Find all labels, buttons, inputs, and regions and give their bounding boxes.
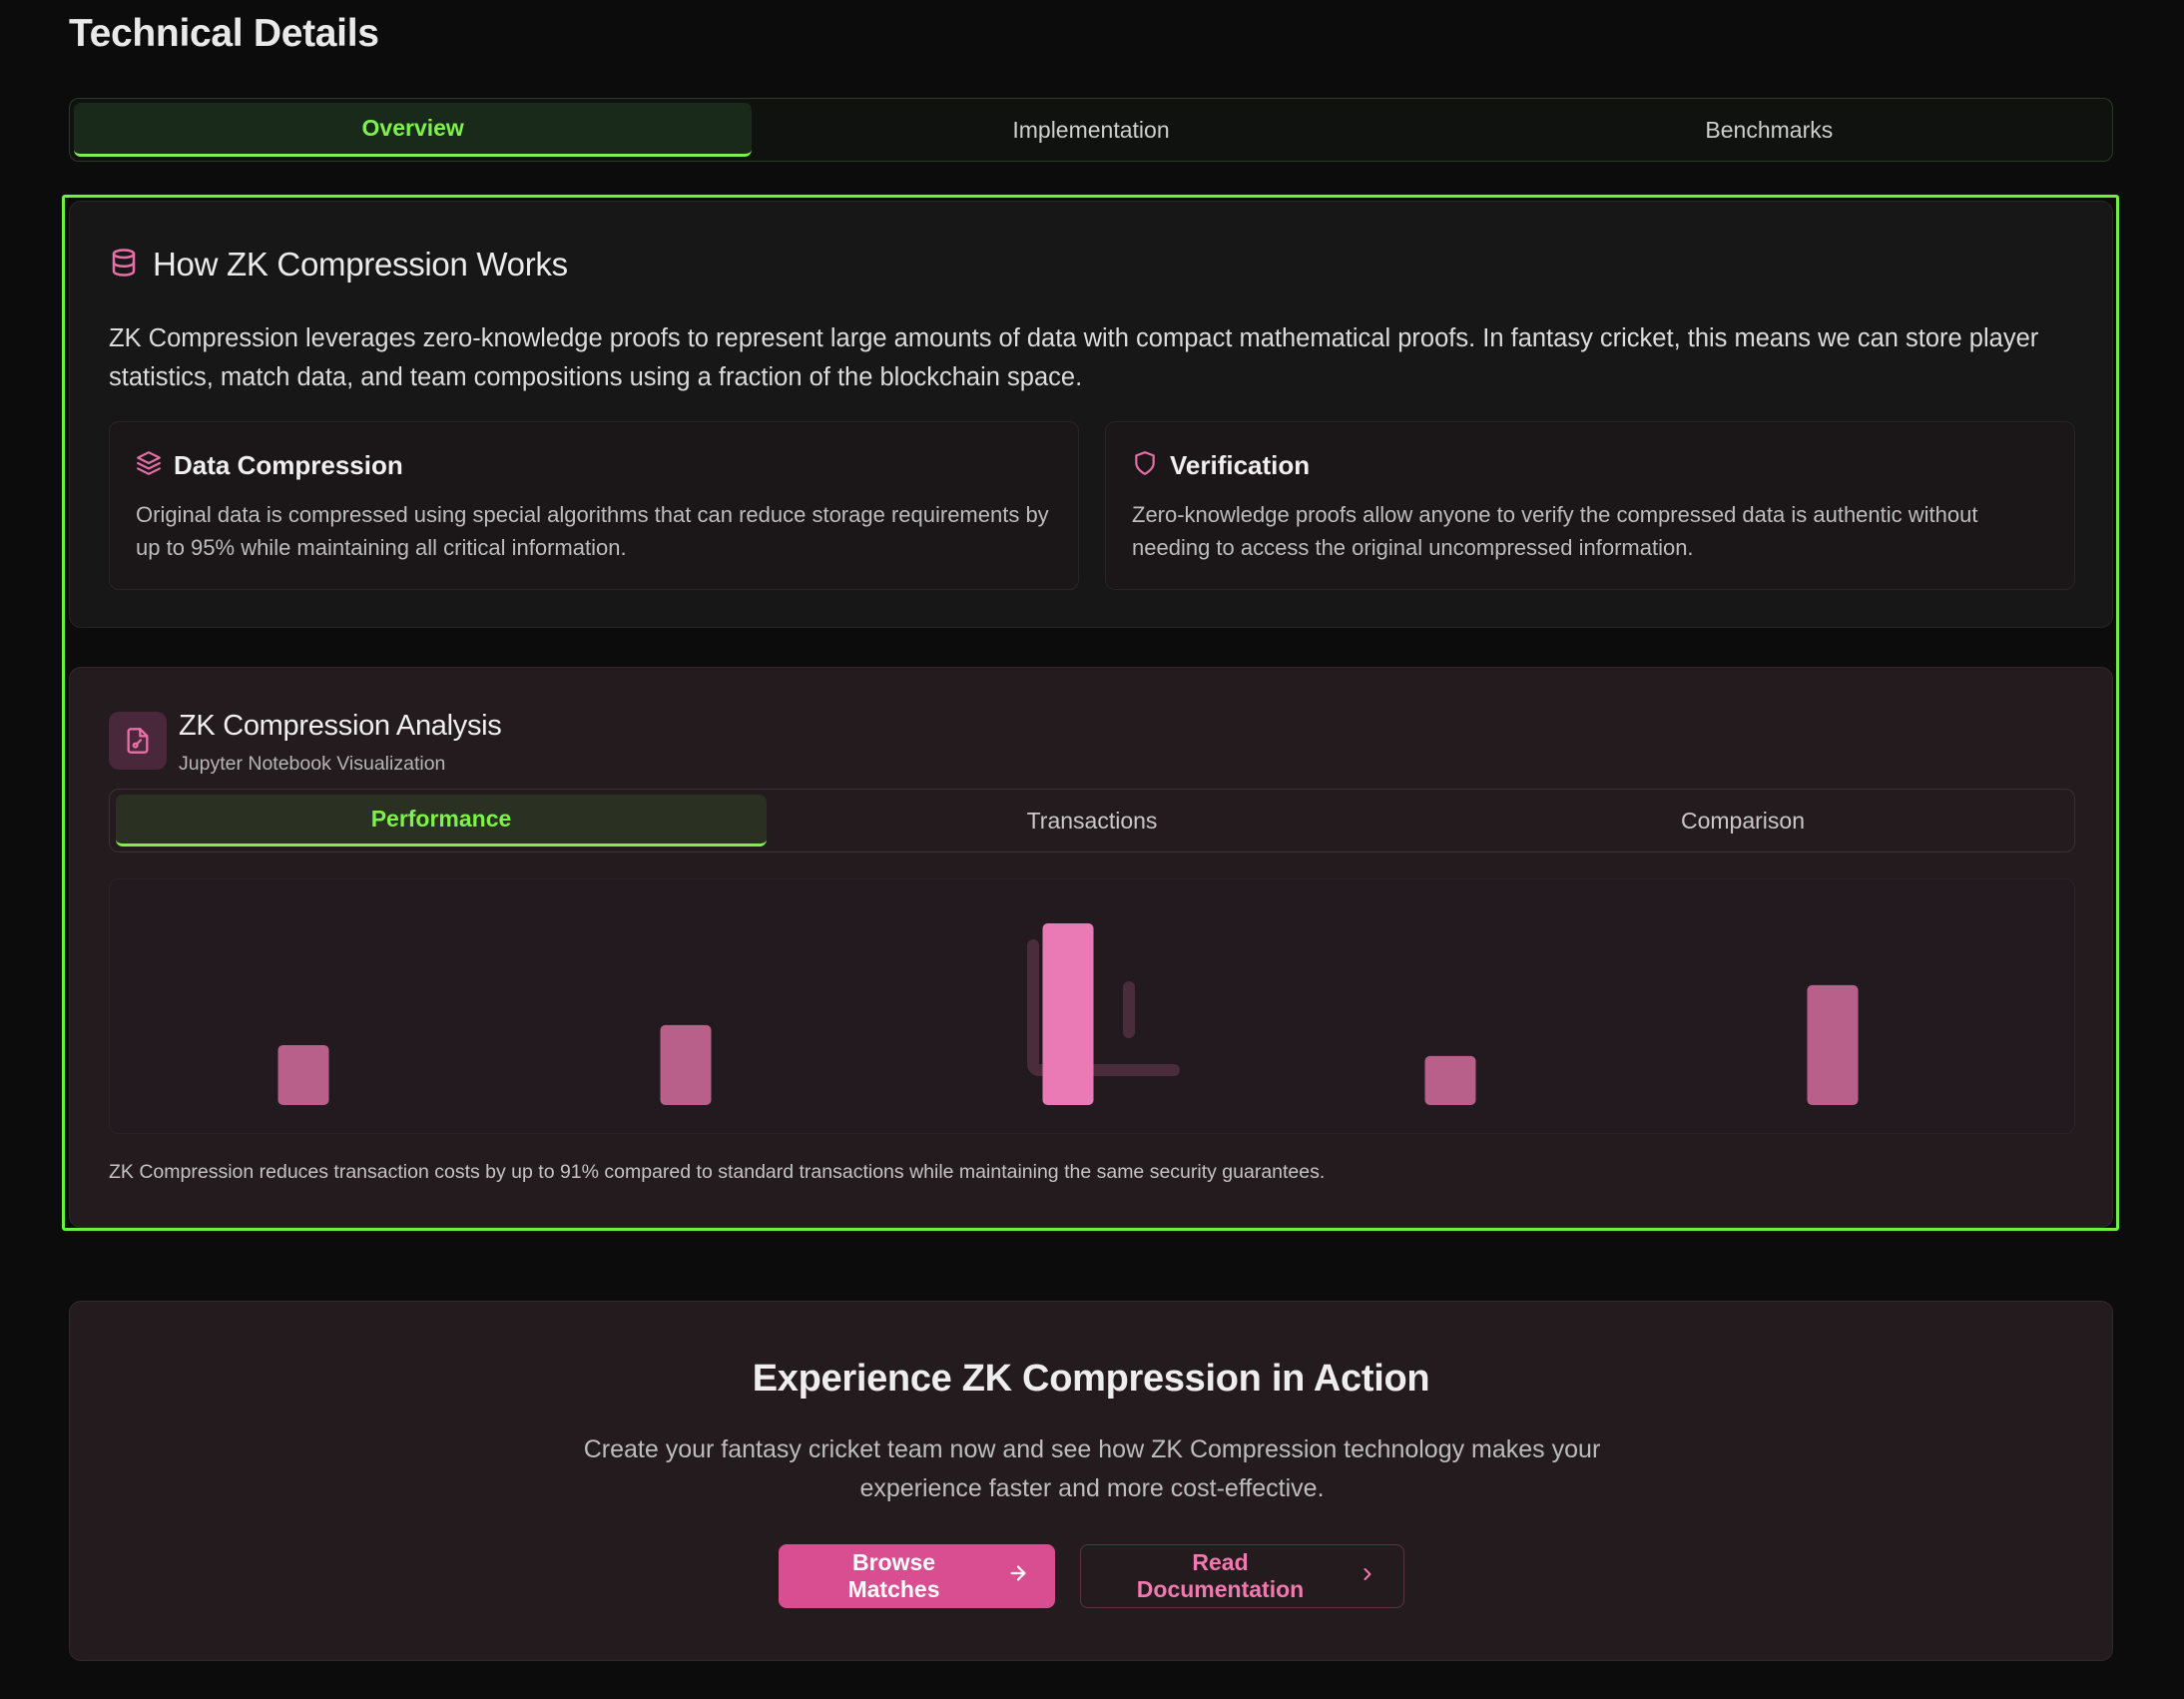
chart-bar xyxy=(1424,1055,1476,1105)
card-header: How ZK Compression Works xyxy=(109,246,568,283)
button-label: Browse Matches xyxy=(847,1549,940,1602)
arrow-right-icon xyxy=(1007,1562,1029,1590)
card-description: ZK Compression leverages zero-knowledge … xyxy=(109,324,2039,391)
page-title: Technical Details xyxy=(69,12,379,55)
chart-bar xyxy=(1807,984,1859,1105)
bar-group xyxy=(277,923,1859,1105)
tab-comparison[interactable]: Comparison xyxy=(1417,795,2068,847)
subcard-text: Zero-knowledge proofs allow anyone to ve… xyxy=(1132,502,1978,560)
verification-card: Verification Zero-knowledge proofs allow… xyxy=(1105,421,2075,590)
subcard-header: Verification xyxy=(1132,450,1310,481)
analysis-card: ZK Compression Analysis Jupyter Notebook… xyxy=(69,667,2113,1228)
performance-chart xyxy=(109,878,2075,1134)
file-chart-icon xyxy=(109,712,167,770)
browse-matches-button[interactable]: Browse Matches xyxy=(779,1544,1055,1608)
chart-bar xyxy=(277,1044,329,1105)
database-icon xyxy=(109,247,139,283)
subcard-header: Data Compression xyxy=(136,450,403,481)
tab-transactions[interactable]: Transactions xyxy=(767,795,1417,847)
analysis-title: ZK Compression Analysis xyxy=(179,710,502,742)
card-title: How ZK Compression Works xyxy=(153,246,568,283)
subcard-title: Data Compression xyxy=(174,450,403,480)
chart-bar xyxy=(1042,923,1094,1105)
chevron-right-icon xyxy=(1358,1563,1377,1590)
button-label: Read Documentation xyxy=(1136,1549,1305,1602)
chart-svg xyxy=(277,923,1859,1105)
cta-title: Experience ZK Compression in Action xyxy=(752,1358,1430,1400)
shield-icon xyxy=(1132,450,1158,481)
data-compression-card: Data Compression Original data is compre… xyxy=(109,421,1079,590)
analysis-note: ZK Compression reduces transaction costs… xyxy=(109,1161,1326,1183)
tab-implementation[interactable]: Implementation xyxy=(752,103,1429,157)
how-it-works-card: How ZK Compression Works ZK Compression … xyxy=(69,201,2113,628)
tab-bar: Overview Implementation Benchmarks xyxy=(69,98,2113,162)
cta-description: Create your fantasy cricket team now and… xyxy=(583,1435,1601,1502)
tab-performance[interactable]: Performance xyxy=(116,795,767,847)
tab-benchmarks[interactable]: Benchmarks xyxy=(1430,103,2108,157)
cta-card: Experience ZK Compression in Action Crea… xyxy=(69,1301,2113,1661)
read-documentation-button[interactable]: Read Documentation xyxy=(1080,1544,1404,1608)
subcard-title: Verification xyxy=(1170,450,1311,480)
tab-overview[interactable]: Overview xyxy=(74,103,753,157)
chart-bar xyxy=(660,1024,712,1105)
analysis-subtitle: Jupyter Notebook Visualization xyxy=(179,753,446,775)
subcard-text: Original data is compressed using specia… xyxy=(136,502,1049,560)
analysis-tab-bar: Performance Transactions Comparison xyxy=(109,789,2075,852)
layers-icon xyxy=(136,450,162,481)
